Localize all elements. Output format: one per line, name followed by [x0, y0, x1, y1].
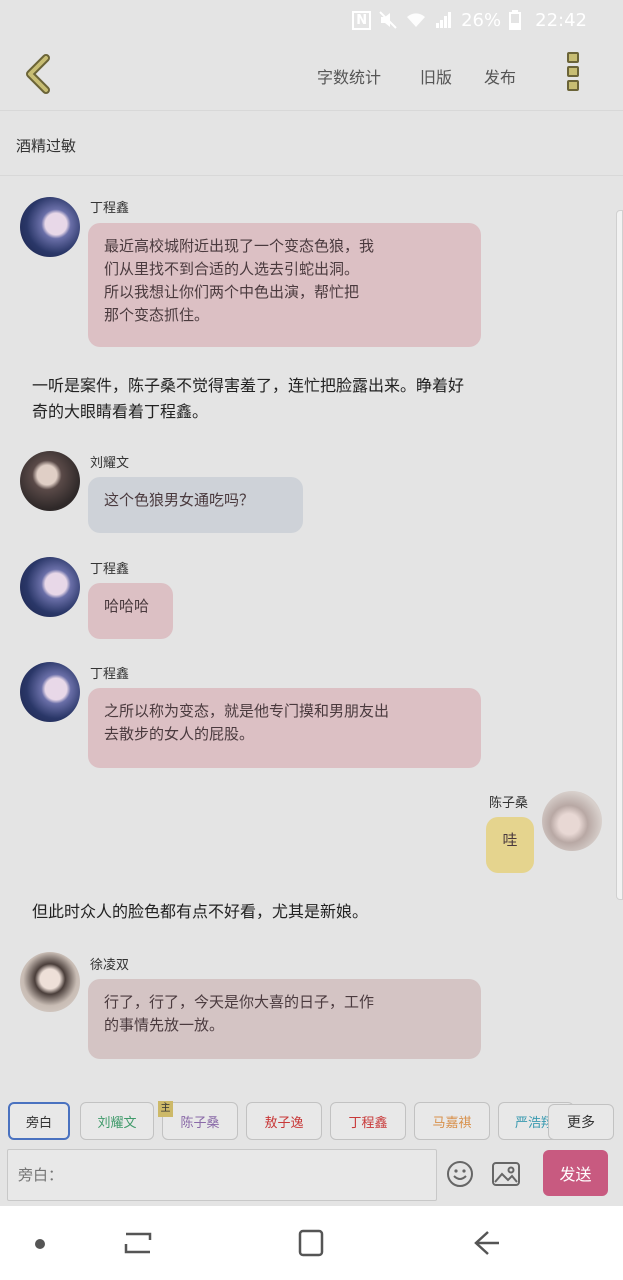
chip-label: 旁白 [25, 1115, 52, 1131]
message-line: 去散步的女人的屁股。 [104, 725, 255, 743]
speaker-name: 丁程鑫 [90, 201, 130, 216]
send-button[interactable]: 发送 [543, 1150, 608, 1196]
menu-dot-icon [567, 52, 579, 63]
message-line: 所以我想让你们两个中色出演，帮忙把 [104, 283, 360, 301]
speaker-name: 丁程鑫 [90, 667, 130, 682]
speaker-name: 丁程鑫 [90, 562, 130, 577]
back-icon [474, 1231, 499, 1255]
image-button[interactable] [491, 1160, 521, 1188]
wifi-icon [407, 13, 426, 27]
avatar[interactable] [20, 451, 80, 511]
word-count-button[interactable]: 字数统计 [317, 64, 381, 88]
message-text: 哇 [502, 831, 518, 849]
speaker-name: 陈子桑 [489, 796, 529, 811]
narration-text[interactable]: 一听是案件，陈子桑不觉得害羞了，连忙把脸露出来。睁着好 奇的大眼睛看着丁程鑫。 [32, 373, 592, 425]
image-icon [492, 1162, 520, 1186]
menu-dot-icon [567, 80, 579, 91]
message-line: 行了，行了，今天是你大喜的日子，工作 [104, 993, 375, 1011]
chip-narrator[interactable]: 旁白 [8, 1102, 70, 1140]
clock: 22:42 [535, 9, 587, 31]
battery-percent: 26% [461, 9, 502, 31]
message-text: 这个色狼男女通吃吗？ [104, 491, 255, 509]
battery-icon [509, 10, 522, 30]
message-line: 那个变态抓住。 [104, 306, 210, 324]
avatar[interactable] [20, 662, 80, 722]
narration-line: 但此时众人的脸色都有点不好看，尤其是新娘。 [32, 902, 369, 921]
scrollbar[interactable] [616, 210, 623, 900]
home-icon [298, 1229, 324, 1257]
protagonist-badge: 主 [158, 1101, 173, 1117]
old-version-button[interactable]: 旧版 [420, 64, 452, 88]
chip-character[interactable]: 刘耀文 [80, 1102, 154, 1140]
message-line: 最近高校城附近出现了一个变态色狼，我 [104, 237, 375, 255]
nav-dot-icon [35, 1239, 45, 1249]
speaker-name: 徐凌双 [90, 958, 130, 973]
chip-label: 刘耀文 [97, 1115, 137, 1131]
home-button[interactable] [297, 1228, 325, 1262]
message-line: 们从里找不到合适的人选去引蛇出洞。 [104, 260, 360, 278]
narration-line: 奇的大眼睛看着丁程鑫。 [32, 402, 209, 421]
character-chip-bar: 旁白 刘耀文 陈子桑 敖子逸 丁程鑫 马嘉祺 严浩翔 [0, 1082, 623, 1146]
recents-button[interactable] [122, 1230, 154, 1262]
message-line: 之所以称为变态，就是他专门摸和男朋友出 [104, 702, 390, 720]
message-input[interactable] [7, 1149, 437, 1201]
chip-character[interactable]: 敖子逸 [246, 1102, 322, 1140]
menu-dot-icon [567, 66, 579, 77]
publish-button[interactable]: 发布 [484, 64, 516, 88]
avatar[interactable] [20, 952, 80, 1012]
chip-character[interactable]: 陈子桑 [162, 1102, 238, 1140]
mute-icon [379, 11, 397, 29]
input-row: 发送 [0, 1146, 623, 1206]
message-bubble[interactable]: 之所以称为变态，就是他专门摸和男朋友出 去散步的女人的屁股。 [88, 688, 481, 768]
emoji-button[interactable] [446, 1160, 474, 1188]
message-bubble[interactable]: 这个色狼男女通吃吗？ [88, 477, 303, 533]
message-bubble[interactable]: 哈哈哈 [88, 583, 173, 639]
message-bubble[interactable]: 行了，行了，今天是你大喜的日子，工作 的事情先放一放。 [88, 979, 481, 1059]
message-bubble[interactable]: 最近高校城附近出现了一个变态色狼，我 们从里找不到合适的人选去引蛇出洞。 所以我… [88, 223, 481, 347]
more-label: 更多 [567, 1115, 595, 1131]
send-label: 发送 [559, 1165, 592, 1184]
more-characters-button[interactable]: 更多 [548, 1104, 614, 1140]
top-toolbar: 字数统计 旧版 发布 [0, 40, 623, 108]
chevron-left-icon [26, 54, 50, 94]
chip-label: 陈子桑 [180, 1115, 220, 1131]
speaker-name: 刘耀文 [90, 456, 130, 471]
narration-line: 一听是案件，陈子桑不觉得害羞了，连忙把脸露出来。睁着好 [32, 376, 465, 395]
back-button[interactable] [20, 52, 60, 96]
back-nav-button[interactable] [472, 1228, 502, 1262]
story-title: 酒精过敏 [16, 137, 77, 155]
chip-character[interactable]: 丁程鑫 [330, 1102, 406, 1140]
recents-icon [124, 1232, 152, 1254]
chip-label: 丁程鑫 [348, 1115, 388, 1131]
chat-area: 丁程鑫 最近高校城附近出现了一个变态色狼，我 们从里找不到合适的人选去引蛇出洞。… [0, 177, 623, 1082]
narration-text[interactable]: 但此时众人的脸色都有点不好看，尤其是新娘。 [32, 899, 592, 925]
nfc-icon: N [352, 10, 372, 30]
avatar[interactable] [20, 197, 80, 257]
system-nav-bar [0, 1206, 623, 1280]
message-line: 的事情先放一放。 [104, 1016, 225, 1034]
message-bubble[interactable]: 哇 [486, 817, 534, 873]
chip-label: 马嘉祺 [432, 1115, 472, 1131]
emoji-icon [447, 1161, 473, 1187]
avatar[interactable] [542, 791, 602, 851]
chip-label: 敖子逸 [264, 1115, 304, 1131]
message-text: 哈哈哈 [104, 597, 150, 615]
signal-icon [436, 12, 452, 28]
chip-character[interactable]: 马嘉祺 [414, 1102, 490, 1140]
more-menu-button[interactable] [562, 50, 584, 98]
story-title-row[interactable]: 酒精过敏 [0, 110, 623, 176]
status-bar: N 26% 22:42 [0, 0, 623, 40]
avatar[interactable] [20, 557, 80, 617]
